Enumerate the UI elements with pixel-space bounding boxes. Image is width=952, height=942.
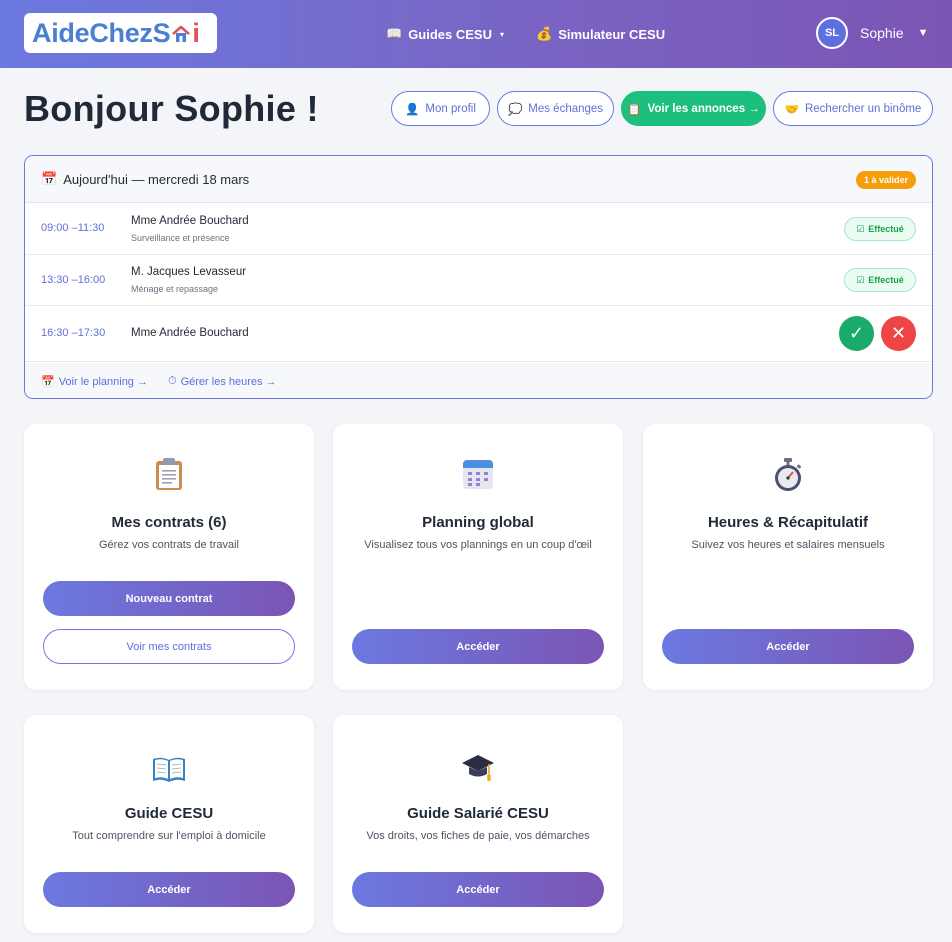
nav-guides-cesu[interactable]: 📖 Guides CESU ▾	[386, 26, 504, 42]
manage-hours-label: Gérer les heures →	[180, 375, 277, 388]
exchanges-button-label: Mes échanges	[528, 102, 604, 115]
card-guide-cesu: Guide CESU Tout comprendre sur l'emploi …	[24, 715, 314, 933]
card-title: Guide Salarié CESU	[407, 805, 549, 822]
logo-text-aide: Aide	[32, 17, 90, 48]
status-badge: ☑ Effectué	[844, 217, 916, 241]
profile-button[interactable]: 👤 Mon profil	[391, 91, 490, 126]
house-icon	[171, 22, 191, 44]
today-panel: 📅 Aujourd'hui — mercredi 18 mars 1 à val…	[24, 155, 933, 399]
card-planning: Planning global Visualisez tous vos plan…	[333, 424, 623, 690]
card-title: Guide CESU	[124, 805, 214, 822]
reject-button[interactable]: ✕	[881, 316, 916, 351]
appointment-task: Surveillance et présence	[131, 233, 230, 243]
checkbox-icon: ☑	[856, 223, 865, 234]
find-partner-button[interactable]: 🤝 Rechercher un binôme	[773, 91, 933, 126]
status-label: Effectué	[868, 275, 904, 285]
appointment-client: Mme Andrée Bouchard	[131, 327, 249, 339]
graduation-cap-icon	[333, 753, 623, 788]
appointment-task: Ménage et repassage	[131, 284, 219, 294]
speech-bubble-icon: 💭	[507, 103, 523, 116]
profile-button-label: Mon profil	[425, 102, 476, 115]
card-description: Visualisez tous vos plannings en un coup…	[364, 539, 592, 551]
money-bag-icon: 💰	[536, 26, 553, 41]
card-description: Vos droits, vos fiches de paie, vos déma…	[366, 830, 590, 842]
card-title: Planning global	[422, 514, 534, 531]
today-footer: 📅 Voir le planning → ⏱ Gérer les heures →	[25, 363, 932, 398]
view-listings-button[interactable]: 📋 Voir les annonces →	[621, 91, 766, 126]
open-book-icon	[24, 755, 314, 788]
view-listings-label: Voir les annonces →	[647, 102, 760, 115]
today-header: 📅 Aujourd'hui — mercredi 18 mars 1 à val…	[25, 156, 932, 203]
logo-text-chez: Chez	[89, 17, 153, 48]
logo-text-s: S	[152, 17, 171, 48]
appointment-client: Mme Andrée Bouchard	[131, 215, 249, 227]
logo-text-i: i	[192, 17, 200, 48]
find-partner-label: Rechercher un binôme	[804, 102, 922, 115]
appointment-client: M. Jacques Levasseur	[131, 266, 247, 278]
access-hours-button[interactable]: Accéder	[662, 629, 914, 664]
clipboard-icon	[24, 457, 314, 496]
top-navbar: Aide Chez Si 📖 Guides CESU ▾ 💰 Simulateur …	[0, 0, 952, 68]
card-contracts: Mes contrats (6) Gérez vos contrats de t…	[24, 424, 314, 690]
nav-guides-label: Guides CESU	[408, 26, 492, 42]
status-label: Effectué	[868, 224, 904, 234]
stopwatch-icon	[643, 458, 933, 497]
appointment-row: 09:00 –11:30 Mme Andrée Bouchard Surveil…	[25, 203, 932, 255]
stopwatch-icon: ⏱	[167, 375, 177, 387]
access-employee-guide-button[interactable]: Accéder	[352, 872, 604, 907]
calendar-icon: 📅	[41, 376, 55, 388]
appointment-row: 16:30 –17:30 Mme Andrée Bouchard ✓ ✕	[25, 306, 932, 362]
new-contract-button[interactable]: Nouveau contrat	[43, 581, 295, 616]
validate-button[interactable]: ✓	[839, 316, 874, 351]
view-planning-link[interactable]: 📅 Voir le planning →	[41, 375, 148, 389]
appointment-row: 13:30 –16:00 M. Jacques Levasseur Ménage…	[25, 255, 932, 306]
card-description: Suivez vos heures et salaires mensuels	[691, 539, 885, 551]
checkbox-icon: ☑	[856, 274, 865, 285]
view-contracts-button[interactable]: Voir mes contrats	[43, 629, 295, 664]
appointment-time: 09:00 –11:30	[41, 222, 105, 234]
user-menu[interactable]: SL Sophie ▼	[816, 17, 928, 49]
card-title: Mes contrats (6)	[111, 514, 227, 531]
card-title: Heures & Récapitulatif	[707, 514, 869, 531]
nav-simulateur-cesu[interactable]: 💰 Simulateur CESU	[536, 26, 665, 42]
appointment-time: 13:30 –16:00	[41, 274, 106, 286]
book-icon: 📖	[386, 26, 403, 41]
status-badge: ☑ Effectué	[844, 268, 916, 292]
user-name[interactable]: Sophie	[860, 25, 904, 41]
main-nav: 📖 Guides CESU ▾ 💰 Simulateur CESU	[386, 26, 665, 42]
manage-hours-link[interactable]: ⏱ Gérer les heures →	[168, 375, 277, 388]
view-planning-label: Voir le planning →	[58, 375, 148, 388]
caret-down-icon[interactable]: ▼	[918, 27, 929, 39]
today-title: Aujourd'hui — mercredi 18 mars	[63, 171, 250, 187]
site-logo[interactable]: Aide Chez Si	[24, 13, 217, 53]
page-title: Bonjour Sophie !	[24, 88, 319, 129]
card-description: Tout comprendre sur l'emploi à domicile	[72, 830, 266, 842]
nav-simulateur-label: Simulateur CESU	[558, 26, 666, 42]
pending-validation-badge: 1 à valider	[855, 171, 916, 189]
appointment-time: 16:30 –17:30	[41, 327, 106, 339]
calendar-icon: 📅	[41, 171, 58, 186]
card-guide-employee: Guide Salarié CESU Vos droits, vos fiche…	[333, 715, 623, 933]
handshake-icon: 🤝	[784, 103, 799, 116]
card-hours: Heures & Récapitulatif Suivez vos heures…	[643, 424, 933, 690]
clipboard-icon: 📋	[627, 103, 642, 116]
calendar-icon	[333, 458, 623, 495]
exchanges-button[interactable]: 💭 Mes échanges	[497, 91, 614, 126]
access-guide-button[interactable]: Accéder	[43, 872, 295, 907]
access-planning-button[interactable]: Accéder	[352, 629, 604, 664]
chevron-down-icon: ▾	[499, 29, 504, 39]
card-description: Gérez vos contrats de travail	[98, 539, 239, 551]
person-icon: 👤	[405, 103, 420, 116]
avatar[interactable]: SL	[816, 17, 848, 49]
